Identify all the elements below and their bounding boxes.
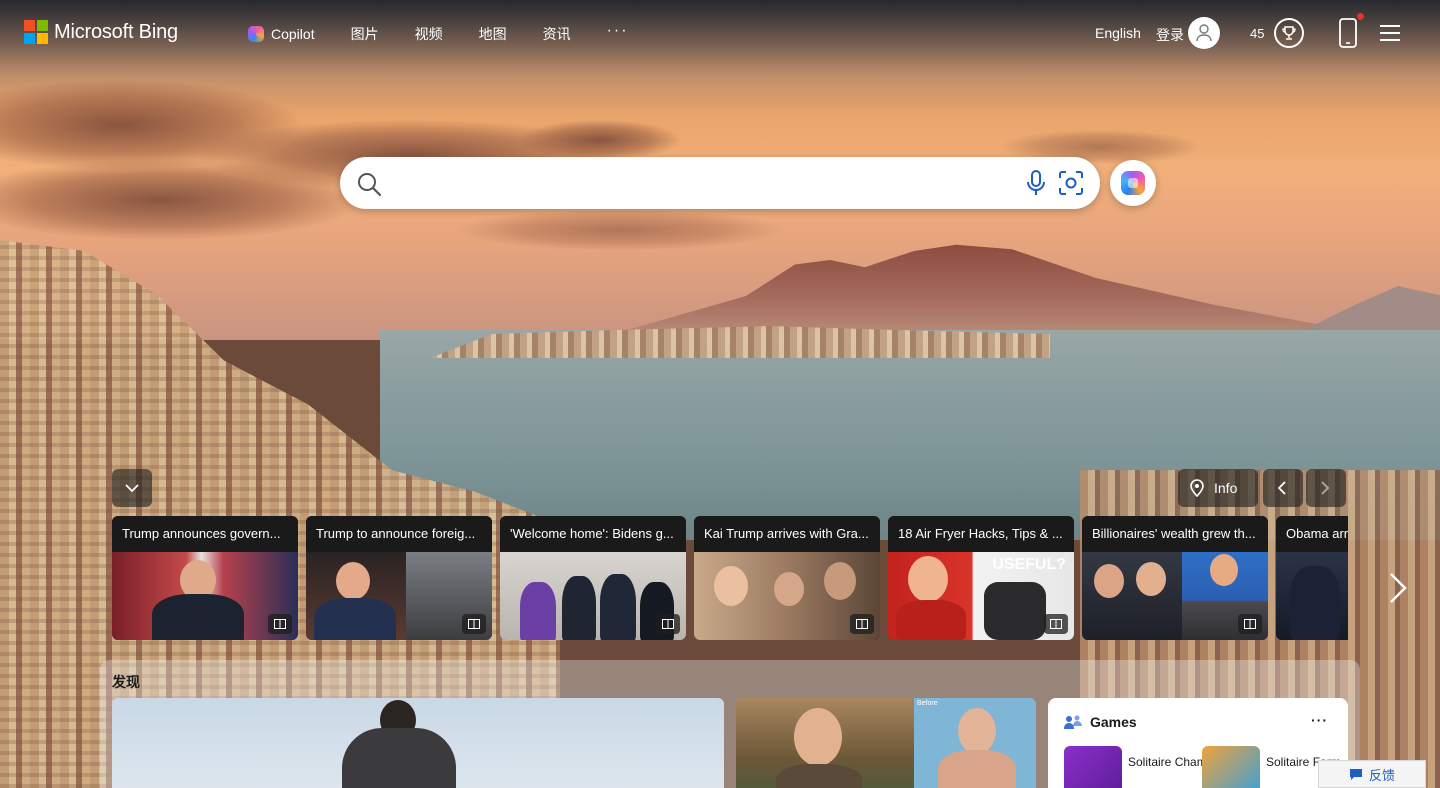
chevron-left-icon (1277, 481, 1286, 495)
solitaire-farm-thumbnail (1202, 746, 1260, 788)
games-header[interactable]: Games (1064, 714, 1137, 730)
split-view-icon (468, 619, 480, 629)
nav-label: 资讯 (542, 26, 571, 42)
top-header: Microsoft Bing Copilot 图片 视频 地图 资讯 ··· E… (0, 0, 1440, 66)
feed-card[interactable] (112, 698, 724, 788)
chevron-right-icon (1321, 481, 1330, 495)
brand-name: Microsoft Bing (54, 20, 178, 43)
thumbnail-caption: USEFUL? (992, 556, 1066, 573)
nav-more-button[interactable]: ··· (607, 22, 629, 40)
nav-videos[interactable]: 视频 (415, 24, 443, 44)
nav-news[interactable]: 资讯 (543, 24, 571, 44)
split-view-icon (856, 619, 868, 629)
nav-maps[interactable]: 地图 (479, 24, 507, 44)
card-badge (1238, 614, 1262, 634)
card-badge (850, 614, 874, 634)
more-options-icon[interactable]: ··· (1311, 712, 1328, 728)
games-icon (1064, 715, 1082, 729)
news-title: Trump to announce foreig... (306, 516, 492, 552)
copilot-icon (1121, 171, 1145, 195)
main-nav: Copilot 图片 视频 地图 资讯 ··· (248, 22, 665, 44)
news-title: Billionaires' wealth grew th... (1082, 516, 1268, 552)
location-pin-icon (1190, 479, 1204, 497)
copilot-icon (248, 26, 264, 42)
feedback-icon (1350, 768, 1362, 780)
news-card[interactable]: Trump announces govern... (112, 516, 298, 640)
news-title: Kai Trump arrives with Gra... (694, 516, 880, 552)
feed-card[interactable]: Before (736, 698, 1036, 788)
login-link[interactable]: 登录 (1156, 25, 1184, 45)
news-thumbnail (1276, 552, 1348, 640)
user-icon (1196, 24, 1212, 42)
copilot-button[interactable] (1110, 160, 1156, 206)
collapse-button[interactable] (112, 469, 152, 507)
feed-image (736, 698, 914, 788)
nav-label: 地图 (478, 26, 507, 42)
news-carousel: Trump announces govern... Trump to annou… (112, 516, 1348, 640)
nav-label: 视频 (414, 26, 443, 42)
news-card[interactable]: 'Welcome home': Bidens g... (500, 516, 686, 640)
solitaire-champion-thumbnail (1064, 746, 1122, 788)
search-input[interactable] (400, 171, 960, 195)
chevron-down-icon (125, 484, 139, 493)
previous-image-button[interactable] (1263, 469, 1303, 507)
nav-images[interactable]: 图片 (351, 24, 379, 44)
card-badge (1044, 614, 1068, 634)
notification-dot (1357, 13, 1364, 20)
discover-heading: 发现 (112, 674, 140, 690)
card-badge (462, 614, 486, 634)
chevron-right-icon[interactable] (1385, 568, 1411, 608)
search-box (340, 157, 1100, 209)
feed-image (342, 728, 456, 788)
split-view-icon (1050, 619, 1062, 629)
microphone-icon[interactable] (1026, 170, 1046, 196)
nav-label: Copilot (271, 26, 315, 42)
news-card[interactable]: Kai Trump arrives with Gra... (694, 516, 880, 640)
feed-image (914, 698, 1036, 788)
news-card[interactable]: Obama arr (1276, 516, 1348, 640)
rewards-button[interactable] (1274, 18, 1304, 48)
news-title: Trump announces govern... (112, 516, 298, 552)
image-info-button[interactable]: Info (1178, 469, 1258, 507)
search-icon[interactable] (356, 171, 382, 197)
cloud (460, 210, 780, 250)
news-card[interactable]: 18 Air Fryer Hacks, Tips & ... USEFUL? (888, 516, 1074, 640)
phone-icon[interactable] (1339, 18, 1357, 48)
split-view-icon (1244, 619, 1256, 629)
bing-logo[interactable]: Microsoft Bing (24, 20, 178, 44)
language-toggle[interactable]: English (1095, 25, 1141, 41)
cloud (520, 120, 680, 160)
next-image-button[interactable] (1306, 469, 1346, 507)
nav-label: 图片 (350, 26, 379, 42)
news-title: 'Welcome home': Bidens g... (500, 516, 686, 552)
nav-copilot[interactable]: Copilot (248, 26, 315, 42)
games-title: Games (1090, 714, 1137, 730)
news-title: 18 Air Fryer Hacks, Tips & ... (888, 516, 1074, 552)
hamburger-menu-icon[interactable] (1380, 25, 1400, 46)
info-label: Info (1214, 480, 1238, 496)
microsoft-logo-icon (24, 20, 48, 44)
news-card[interactable]: Billionaires' wealth grew th... (1082, 516, 1268, 640)
split-view-icon (662, 619, 674, 629)
games-card: Games ··· Solitaire Champion Solitaire F… (1048, 698, 1348, 788)
rewards-points[interactable]: 45 (1250, 26, 1264, 41)
avatar[interactable] (1188, 17, 1220, 49)
card-badge (656, 614, 680, 634)
visual-search-icon[interactable] (1058, 170, 1084, 196)
trophy-icon (1282, 26, 1296, 40)
split-view-icon (274, 619, 286, 629)
feedback-button[interactable]: 反馈 (1318, 760, 1426, 788)
before-label: Before (917, 700, 938, 707)
feedback-label: 反馈 (1369, 767, 1396, 783)
news-card[interactable]: Trump to announce foreig... (306, 516, 492, 640)
news-title: Obama arr (1276, 516, 1348, 552)
card-badge (268, 614, 292, 634)
